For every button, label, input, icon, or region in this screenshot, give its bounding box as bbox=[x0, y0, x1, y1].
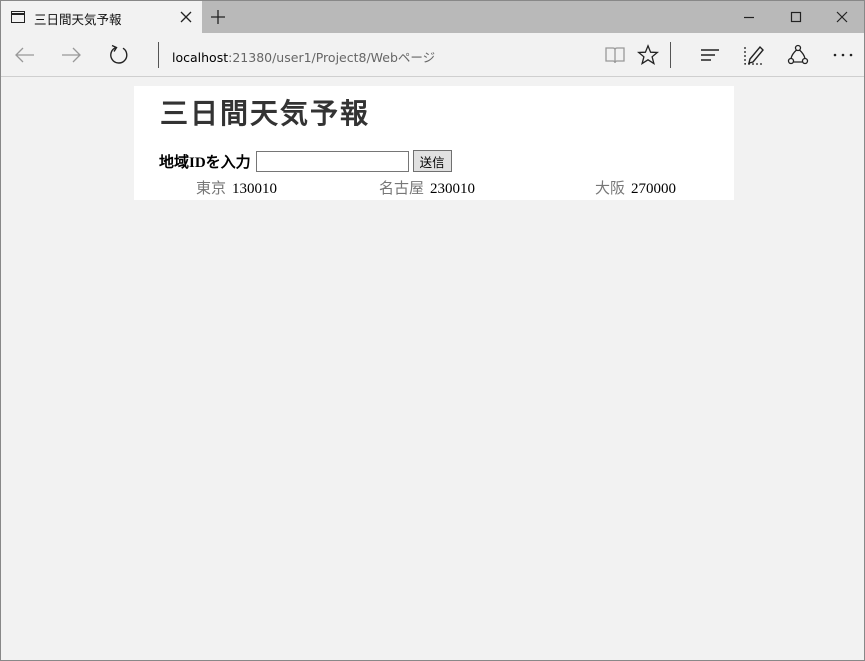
region-id: 270000 bbox=[631, 181, 677, 197]
region-list: 東京 130010 名古屋 230010 大阪 270000 bbox=[134, 177, 734, 197]
arrow-left-icon[interactable] bbox=[13, 43, 37, 67]
address-separator bbox=[158, 42, 159, 68]
region-item: 名古屋 230010 bbox=[379, 177, 475, 198]
page-content: 三日間天気予報 地域IDを入力 送信 東京 130010 名古屋 230010 大阪… bbox=[134, 86, 734, 200]
tab-title: 三日間天気予報 bbox=[34, 12, 122, 27]
address-bar: localhost:21380/user1/Project8/Webページ bbox=[1, 33, 864, 77]
region-name: 大阪 bbox=[595, 181, 626, 197]
refresh-icon[interactable] bbox=[107, 43, 131, 67]
maximize-icon[interactable] bbox=[786, 7, 806, 27]
tab-page-icon bbox=[11, 11, 25, 23]
more-icon[interactable] bbox=[831, 43, 855, 67]
arrow-right-icon[interactable] bbox=[59, 43, 83, 67]
url-path: :21380/user1/Project8/Webページ bbox=[228, 50, 436, 65]
region-name: 名古屋 bbox=[379, 181, 425, 197]
window-close-icon[interactable] bbox=[832, 7, 852, 27]
share-icon[interactable] bbox=[786, 43, 810, 67]
region-id: 130010 bbox=[232, 181, 278, 197]
region-id-input[interactable] bbox=[255, 150, 409, 172]
page-title: 三日間天気予報 bbox=[160, 97, 371, 130]
region-item: 東京 130010 bbox=[196, 177, 277, 198]
pen-note-icon[interactable] bbox=[742, 43, 766, 67]
region-id: 230010 bbox=[430, 181, 476, 197]
submit-button[interactable]: 送信 bbox=[412, 150, 452, 172]
region-name: 東京 bbox=[196, 181, 227, 197]
star-icon[interactable] bbox=[636, 43, 660, 67]
browser-title-bar: 三日間天気予報 bbox=[1, 1, 864, 33]
tab-close-icon[interactable] bbox=[178, 9, 194, 25]
minimize-icon[interactable] bbox=[739, 7, 759, 27]
region-id-form: 地域IDを入力 送信 bbox=[159, 149, 452, 173]
url-host: localhost bbox=[172, 50, 229, 65]
hub-icon[interactable] bbox=[698, 43, 722, 67]
browser-tab[interactable]: 三日間天気予報 bbox=[1, 1, 202, 33]
region-item: 大阪 270000 bbox=[595, 177, 676, 198]
book-icon[interactable] bbox=[603, 43, 627, 67]
region-id-label: 地域IDを入力 bbox=[159, 154, 251, 171]
toolbar-separator bbox=[670, 42, 671, 68]
url-field[interactable]: localhost:21380/user1/Project8/Webページ bbox=[172, 47, 435, 66]
new-tab-plus-icon[interactable] bbox=[209, 8, 227, 26]
